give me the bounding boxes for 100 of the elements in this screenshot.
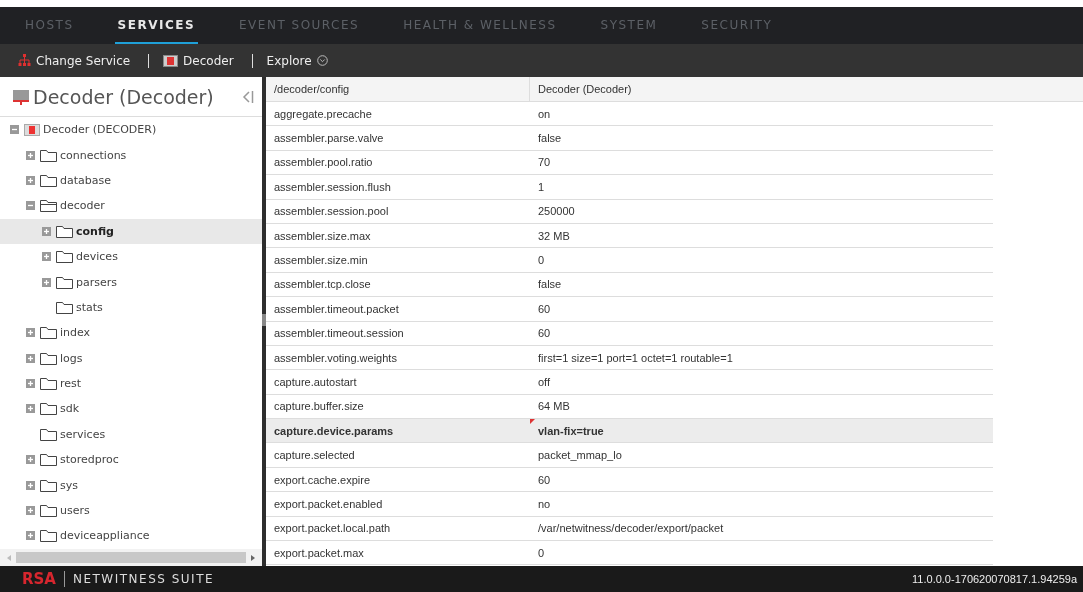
decoder-icon bbox=[24, 123, 40, 136]
table-row[interactable]: assembler.timeout.session 60 bbox=[266, 321, 993, 346]
expand-toggle-icon[interactable] bbox=[26, 531, 35, 541]
table-row[interactable]: assembler.timeout.packet 60 bbox=[266, 297, 993, 322]
table-cell-text: no bbox=[537, 496, 552, 512]
table-row[interactable]: assembler.session.pool 250000 bbox=[266, 199, 993, 224]
table-cell-text: capture.autostart bbox=[273, 375, 358, 390]
tree-item[interactable]: rest bbox=[0, 370, 262, 397]
chevron-down-icon bbox=[316, 55, 328, 66]
expand-toggle-icon[interactable] bbox=[42, 277, 51, 287]
table-cell-text: 60 bbox=[537, 301, 552, 317]
scroll-left-icon[interactable] bbox=[6, 553, 12, 562]
table-row[interactable]: assembler.pool.ratio 70 bbox=[266, 150, 993, 176]
table-row[interactable]: assembler.size.min 0 bbox=[266, 248, 993, 273]
table-cell-text: capture.selected bbox=[273, 448, 356, 464]
table-row[interactable]: capture.device.params vlan-fix=true bbox=[266, 419, 993, 444]
table-cell-text: assembler.timeout.packet bbox=[273, 301, 400, 317]
table-cell-text: assembler.parse.valve bbox=[273, 131, 385, 147]
table-cell-text: export.packet.enabled bbox=[273, 496, 384, 512]
table-cell-text: export.packet.local.path bbox=[273, 521, 392, 537]
table-row[interactable]: capture.autostart off bbox=[266, 370, 993, 395]
table-row[interactable]: capture.selected packet_mmap_lo bbox=[266, 443, 993, 468]
brand-logo: RSA bbox=[22, 570, 56, 588]
table-cell-text: 0 bbox=[537, 545, 546, 561]
tree-item[interactable]: deviceappliance bbox=[0, 523, 262, 549]
folder-icon bbox=[40, 148, 57, 162]
table-cell-text: /var/netwitness/decoder/export/packet bbox=[537, 521, 725, 537]
folder-icon bbox=[40, 504, 57, 518]
expand-toggle-icon[interactable] bbox=[26, 455, 35, 465]
table-row[interactable]: assembler.parse.valve false bbox=[266, 126, 993, 151]
table-cell-text: 1 bbox=[537, 179, 546, 195]
tree-item[interactable]: database bbox=[0, 167, 262, 194]
tree-item[interactable]: index bbox=[0, 320, 262, 346]
explore-menu[interactable]: Explore bbox=[266, 53, 328, 68]
table-cell-text: assembler.voting.weights bbox=[273, 350, 398, 366]
folder-icon bbox=[56, 224, 73, 238]
expand-toggle-icon[interactable] bbox=[26, 506, 35, 516]
collapse-icon[interactable] bbox=[242, 89, 254, 104]
tree-item[interactable]: parsers bbox=[0, 269, 262, 295]
expand-toggle-icon[interactable] bbox=[42, 226, 51, 236]
table-row[interactable]: assembler.voting.weights first=1 size=1 port=1 octet=1 routable=1 bbox=[266, 345, 993, 371]
folder-icon bbox=[56, 275, 73, 289]
table-cell-text: 64 MB bbox=[537, 399, 571, 415]
table-row[interactable]: assembler.session.flush 1 bbox=[266, 175, 993, 200]
expand-toggle-icon[interactable] bbox=[26, 353, 35, 363]
open-folder-icon bbox=[40, 199, 57, 213]
table-cell-text: 70 bbox=[537, 155, 552, 171]
server-icon bbox=[12, 88, 30, 105]
folder-icon bbox=[56, 250, 73, 264]
table-row[interactable]: export.packet.enabled no bbox=[266, 492, 993, 517]
table-cell-text: assembler.size.min bbox=[273, 253, 369, 269]
collapse-toggle-icon[interactable] bbox=[10, 125, 19, 135]
tree-item[interactable]: storedproc bbox=[0, 447, 262, 473]
expand-toggle-icon[interactable] bbox=[26, 175, 35, 185]
table-cell-text: capture.buffer.size bbox=[273, 399, 365, 415]
expand-toggle-icon[interactable] bbox=[26, 379, 35, 389]
table-cell-text: assembler.size.max bbox=[273, 228, 372, 244]
tree-item[interactable]: Decoder (DECODER) bbox=[0, 117, 262, 143]
folder-icon bbox=[40, 427, 57, 441]
folder-icon bbox=[40, 351, 57, 365]
tree-item[interactable]: connections bbox=[0, 142, 262, 168]
table-cell: vlan-fix=true bbox=[530, 419, 993, 443]
tree-item[interactable]: decoder bbox=[0, 193, 262, 219]
column-header: /decoder/config bbox=[266, 77, 530, 101]
expand-toggle-icon[interactable] bbox=[26, 150, 35, 160]
tree-item[interactable]: logs bbox=[0, 345, 262, 371]
service-button[interactable]: Decoder bbox=[163, 53, 234, 68]
change-service-button[interactable]: Change Service bbox=[18, 53, 131, 68]
table-row[interactable]: export.packet.local.path /var/netwitness/decoder/export/packet bbox=[266, 516, 993, 542]
table-row[interactable]: aggregate.precache on bbox=[266, 102, 993, 127]
tree-item[interactable]: sys bbox=[0, 472, 262, 498]
table-cell-text: 250000 bbox=[537, 204, 576, 220]
table-cell-text: on bbox=[537, 106, 552, 122]
table-cell-text: assembler.session.pool bbox=[273, 204, 390, 220]
expand-toggle-icon[interactable] bbox=[26, 480, 35, 490]
expand-toggle-icon[interactable] bbox=[42, 252, 51, 262]
table-cell-text: aggregate.precache bbox=[273, 106, 373, 122]
scroll-right-icon[interactable] bbox=[250, 553, 256, 562]
table-row[interactable]: export.packet.max 0 bbox=[266, 541, 993, 566]
table-cell-text: 32 MB bbox=[537, 228, 571, 244]
tree-item[interactable]: sdk bbox=[0, 396, 262, 422]
tree-item[interactable]: services bbox=[0, 421, 262, 448]
expand-toggle-icon[interactable] bbox=[26, 328, 35, 338]
table-row[interactable]: assembler.size.max 32 MB bbox=[266, 223, 993, 249]
collapse-toggle-icon[interactable] bbox=[26, 201, 35, 211]
tree-item[interactable]: stats bbox=[0, 294, 262, 321]
folder-icon bbox=[40, 173, 57, 187]
expand-toggle-icon[interactable] bbox=[26, 404, 35, 414]
horizontal-scrollbar[interactable] bbox=[0, 549, 262, 566]
folder-icon bbox=[40, 453, 57, 467]
tree-item[interactable]: config bbox=[0, 218, 262, 244]
table-row[interactable]: assembler.tcp.close false bbox=[266, 272, 993, 298]
table-cell-text: 60 bbox=[537, 326, 552, 342]
product-name: NETWITNESS SUITE bbox=[72, 572, 216, 586]
table-cell-text: assembler.tcp.close bbox=[273, 277, 372, 293]
table-row[interactable]: export.cache.expire 60 bbox=[266, 467, 993, 493]
folder-icon bbox=[40, 402, 57, 416]
tree-item[interactable]: devices bbox=[0, 243, 262, 270]
tree-item[interactable]: users bbox=[0, 497, 262, 524]
splitter-handle[interactable] bbox=[262, 314, 266, 326]
